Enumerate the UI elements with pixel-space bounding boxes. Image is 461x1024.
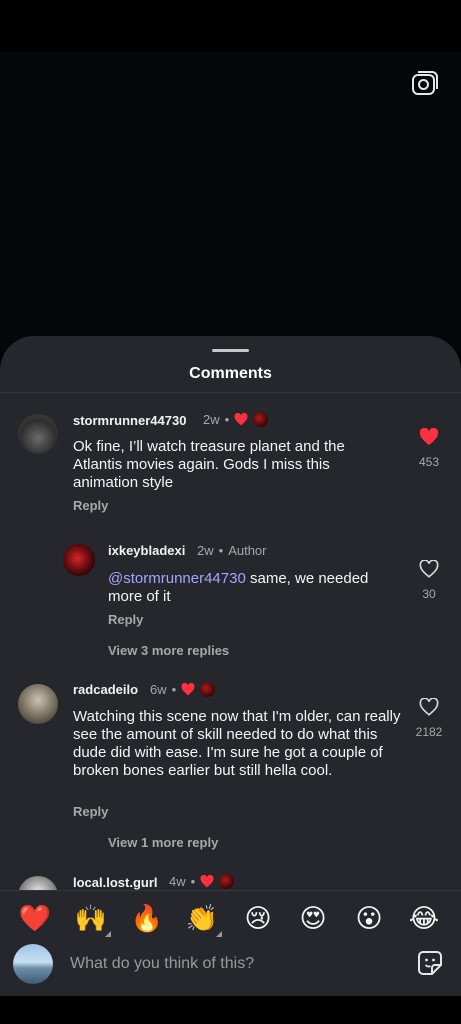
comment-meta: 2w • Author (197, 543, 267, 558)
comment-meta: 6w • (150, 682, 216, 697)
skin-tone-indicator (105, 931, 111, 937)
emoji-raised-hands[interactable]: 🙌 (71, 899, 111, 939)
comment-time: 4w (169, 874, 186, 889)
creator-avatar-badge (253, 412, 269, 427)
avatar[interactable] (18, 414, 58, 454)
like-count: 2182 (415, 725, 443, 739)
comment-input[interactable]: What do you think of this? (70, 955, 254, 973)
view-more-replies-button[interactable]: View 1 more reply (108, 835, 218, 850)
creator-liked-heart-icon (181, 683, 195, 696)
comments-sheet: Comments stormrunner44730 2w • Ok fine, … (0, 336, 461, 896)
system-nav-area (0, 996, 461, 1024)
creator-liked-heart-icon (200, 875, 214, 888)
video-area[interactable] (0, 52, 461, 352)
like-count: 453 (418, 455, 440, 469)
comment-time: 6w (150, 682, 167, 697)
comment-username[interactable]: local.lost.gurl (73, 875, 158, 890)
like-button[interactable]: 30 (409, 559, 449, 601)
like-button[interactable]: 453 (409, 427, 449, 469)
divider (0, 392, 461, 393)
emoji-clap[interactable]: 👏 (182, 899, 222, 939)
heart-outline-icon (419, 559, 439, 578)
emoji-quick-reactions: ❤️ 🙌 🔥 👏 😢 😍 😮 😂 (0, 899, 461, 939)
comment-time: 2w (197, 543, 214, 558)
comment-username[interactable]: stormrunner44730 (73, 413, 186, 428)
emoji-fire[interactable]: 🔥 (127, 899, 167, 939)
comment-composer-bar: ❤️ 🙌 🔥 👏 😢 😍 😮 😂 What do you think of th… (0, 890, 461, 996)
comment-meta: 4w • (169, 874, 235, 889)
avatar[interactable] (18, 684, 58, 724)
dot-separator: • (171, 682, 177, 697)
emoji-heart-eyes[interactable]: 😍 (293, 899, 333, 939)
emoji-glyph: 🙌 (74, 904, 108, 934)
creator-liked-heart-icon (234, 413, 248, 426)
creator-avatar-badge (200, 682, 216, 697)
dot-separator: • (218, 543, 224, 558)
drag-handle[interactable] (212, 349, 249, 352)
heart-filled-icon (419, 427, 439, 446)
camera-icon[interactable] (411, 70, 439, 98)
author-label: Author (228, 543, 267, 558)
emoji-glyph: 👏 (185, 904, 219, 934)
skin-tone-indicator (216, 931, 222, 937)
emoji-surprised[interactable]: 😮 (349, 899, 389, 939)
avatar[interactable] (63, 544, 95, 576)
comment-time: 2w (203, 412, 220, 427)
creator-avatar-badge (219, 874, 235, 889)
like-button[interactable]: 2182 (409, 697, 449, 739)
dot-separator: • (190, 874, 196, 889)
sticker-icon[interactable] (417, 950, 443, 976)
comment-text: @stormrunner44730 same, we needed more o… (108, 570, 398, 606)
like-count: 30 (422, 587, 436, 601)
comment-meta: 2w • (203, 412, 269, 427)
emoji-crying[interactable]: 😢 (238, 899, 278, 939)
reply-button[interactable]: Reply (108, 612, 143, 627)
view-more-replies-button[interactable]: View 3 more replies (108, 643, 229, 658)
sheet-title: Comments (189, 365, 272, 382)
user-avatar (13, 944, 53, 984)
reply-button[interactable]: Reply (73, 804, 108, 819)
comment-text: Ok fine, I’ll watch treasure planet and … (73, 438, 345, 491)
emoji-heart[interactable]: ❤️ (15, 899, 55, 939)
comment-text: Watching this scene now that I'm older, … (73, 708, 401, 779)
dot-separator: • (224, 412, 230, 427)
reply-button[interactable]: Reply (73, 498, 108, 513)
comment-username[interactable]: radcadeilo (73, 682, 138, 697)
heart-outline-icon (419, 697, 439, 716)
comment-username[interactable]: ixkeybladexi (108, 543, 185, 558)
emoji-laughing[interactable]: 😂 (404, 899, 444, 939)
mention-link[interactable]: @stormrunner44730 (108, 570, 246, 587)
status-bar (0, 0, 461, 52)
